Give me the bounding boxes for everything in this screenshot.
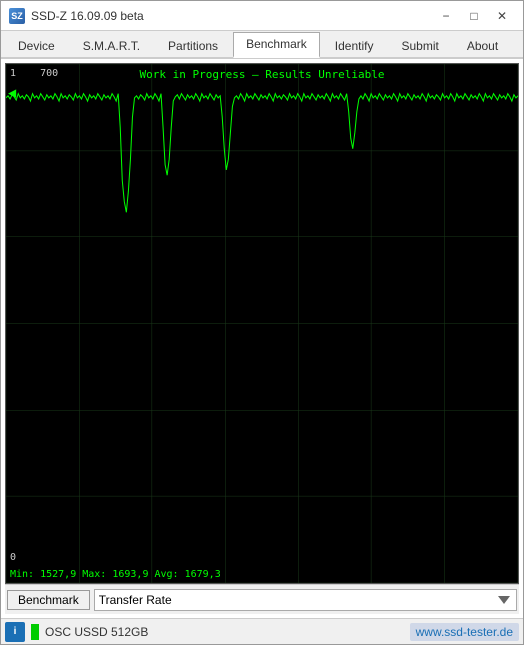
minimize-button[interactable]: −: [433, 6, 459, 26]
app-icon: SZ: [9, 8, 25, 24]
tab-device[interactable]: Device: [5, 34, 68, 58]
close-button[interactable]: ✕: [489, 6, 515, 26]
benchmark-button[interactable]: Benchmark: [7, 590, 90, 610]
drive-name: OSC USSD 512GB: [45, 625, 148, 639]
tab-submit[interactable]: Submit: [388, 34, 451, 58]
title-bar: SZ SSD-Z 16.09.09 beta − □ ✕: [1, 1, 523, 31]
tab-bar: Device S.M.A.R.T. Partitions Benchmark I…: [1, 31, 523, 59]
chart-warning-label: Work in Progress – Results Unreliable: [139, 68, 384, 81]
tab-benchmark[interactable]: Benchmark: [233, 32, 320, 58]
chart-y-max: 1 700: [10, 68, 58, 79]
main-content: 1 700 Work in Progress – Results Unrelia…: [1, 59, 523, 618]
info-icon: i: [5, 622, 25, 642]
window-title: SSD-Z 16.09.09 beta: [31, 9, 433, 23]
status-bar: i OSC USSD 512GB www.ssd-tester.de: [1, 618, 523, 644]
main-window: SZ SSD-Z 16.09.09 beta − □ ✕ Device S.M.…: [0, 0, 524, 645]
window-controls: − □ ✕: [433, 6, 515, 26]
metric-dropdown[interactable]: Transfer Rate Random Read Random Write S…: [94, 589, 517, 611]
tab-about[interactable]: About: [454, 34, 511, 58]
bottom-toolbar: Benchmark Transfer Rate Random Read Rand…: [5, 584, 519, 614]
benchmark-chart: 1 700 Work in Progress – Results Unrelia…: [5, 63, 519, 584]
chart-y-min: 0: [10, 552, 16, 563]
maximize-button[interactable]: □: [461, 6, 487, 26]
chart-svg: [6, 64, 518, 583]
tab-partitions[interactable]: Partitions: [155, 34, 231, 58]
chart-stats: Min: 1527,9 Max: 1693,9 Avg: 1679,3: [10, 569, 221, 580]
chart-y-max-value: 700: [40, 68, 58, 79]
chart-y-marker: 1: [10, 68, 16, 79]
drive-info: i OSC USSD 512GB: [5, 622, 410, 642]
drive-indicator: [31, 624, 39, 640]
website-link[interactable]: www.ssd-tester.de: [410, 623, 519, 641]
app-icon-text: SZ: [11, 11, 23, 21]
tab-smart[interactable]: S.M.A.R.T.: [70, 34, 153, 58]
tab-identify[interactable]: Identify: [322, 34, 387, 58]
